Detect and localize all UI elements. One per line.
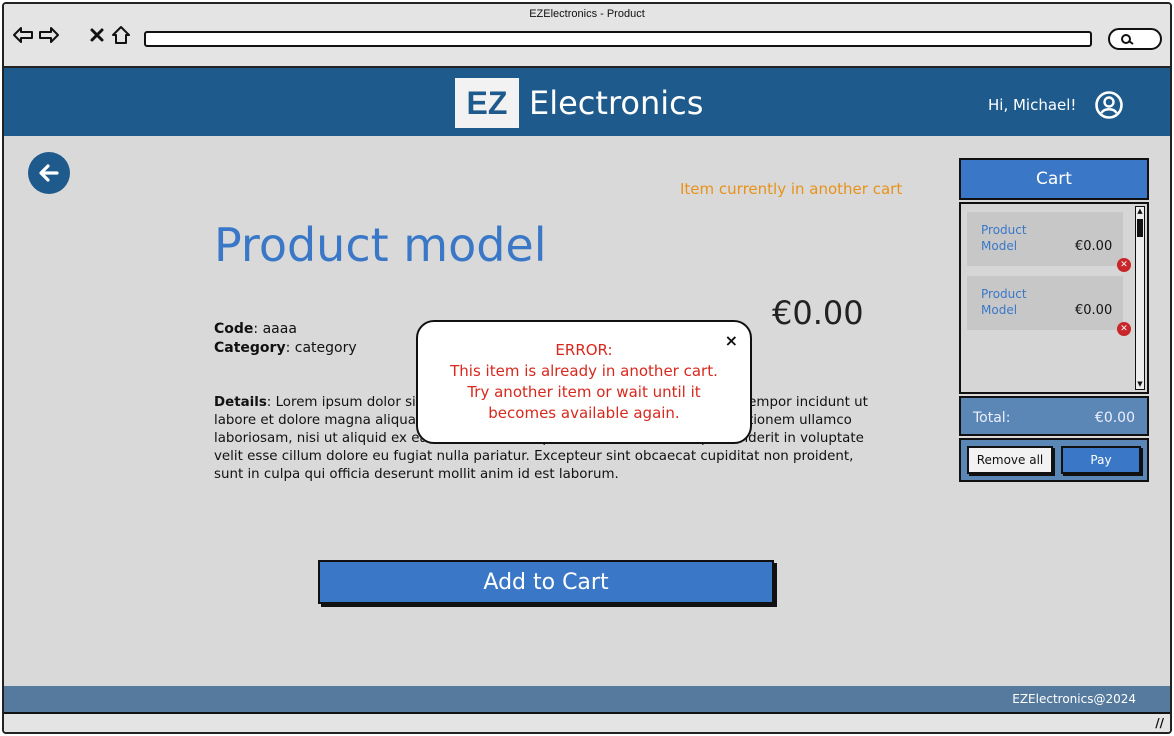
logo-mark: EZ — [455, 78, 519, 128]
scroll-thumb[interactable] — [1137, 219, 1143, 237]
resize-icon[interactable]: // — [1155, 716, 1164, 730]
footer-copyright: EZElectronics@2024 — [1012, 692, 1136, 706]
availability-warning: Item currently in another cart — [680, 180, 903, 198]
browser-statusbar: // — [4, 712, 1170, 732]
error-message-line: becomes available again. — [488, 404, 680, 422]
left-arrow-icon — [39, 164, 59, 182]
cart-total-value: €0.00 — [1094, 410, 1135, 426]
back-button[interactable] — [28, 152, 70, 194]
cart-total: Total: €0.00 — [959, 396, 1149, 436]
cart-item-name: Product Model — [981, 223, 1027, 253]
home-icon[interactable] — [110, 24, 132, 46]
logo-text: Electronics — [529, 84, 704, 122]
add-to-cart-button[interactable]: Add to Cart — [318, 560, 774, 604]
scroll-up-icon[interactable]: ▲ — [1136, 207, 1144, 216]
browser-window: EZElectronics - Product EZ Electronics H… — [2, 2, 1172, 734]
category-value: : category — [285, 340, 357, 356]
error-modal: × ERROR: This item is already in another… — [416, 320, 752, 444]
forward-arrow-icon[interactable] — [38, 24, 60, 46]
product-title: Product model — [214, 218, 547, 272]
logo[interactable]: EZ Electronics — [455, 78, 703, 128]
cart-item-name: Product Model — [981, 287, 1027, 317]
error-message-line: This item is already in another cart. — [450, 362, 718, 380]
remove-icon[interactable]: ✕ — [1117, 322, 1131, 336]
details-label: Details — [214, 395, 267, 410]
remove-all-button[interactable]: Remove all — [967, 446, 1053, 474]
cart-scrollbar[interactable]: ▲ ▼ — [1135, 206, 1145, 390]
code-value: : aaaa — [253, 321, 297, 337]
user-icon[interactable] — [1094, 90, 1124, 120]
back-arrow-icon[interactable] — [12, 24, 34, 46]
search-box[interactable] — [1108, 28, 1162, 50]
scroll-down-icon[interactable]: ▼ — [1136, 380, 1144, 389]
cart-item: Product Model €0.00 ✕ — [967, 276, 1131, 336]
close-icon[interactable] — [86, 24, 108, 46]
error-title: ERROR: — [555, 341, 613, 359]
cart-items-list: Product Model €0.00 ✕ Product Model €0.0… — [959, 202, 1149, 394]
cart-item: Product Model €0.00 ✕ — [967, 212, 1131, 272]
window-title: EZElectronics - Product — [529, 8, 645, 20]
site-footer: EZElectronics@2024 — [4, 686, 1170, 712]
remove-icon[interactable]: ✕ — [1117, 258, 1131, 272]
close-icon[interactable]: × — [725, 330, 738, 351]
cart-actions: Remove all Pay — [959, 438, 1149, 482]
site-header: EZ Electronics Hi, Michael! — [4, 68, 1170, 136]
cart-total-label: Total: — [973, 410, 1011, 426]
product-code: Code: aaaa — [214, 320, 357, 339]
cart-item-price: €0.00 — [1075, 239, 1113, 254]
cart-item-price: €0.00 — [1075, 303, 1113, 318]
error-message-line: Try another item or wait until it — [467, 383, 701, 401]
product-price: €0.00 — [772, 294, 864, 332]
browser-chrome: EZElectronics - Product — [4, 4, 1170, 68]
code-label: Code — [214, 321, 254, 337]
pay-button[interactable]: Pay — [1061, 446, 1141, 474]
address-bar[interactable] — [144, 31, 1092, 47]
product-category: Category: category — [214, 339, 357, 358]
product-meta: Code: aaaa Category: category — [214, 320, 357, 358]
user-greeting: Hi, Michael! — [988, 96, 1077, 114]
category-label: Category — [214, 340, 286, 356]
search-icon — [1121, 34, 1134, 45]
cart-title: Cart — [959, 158, 1149, 200]
